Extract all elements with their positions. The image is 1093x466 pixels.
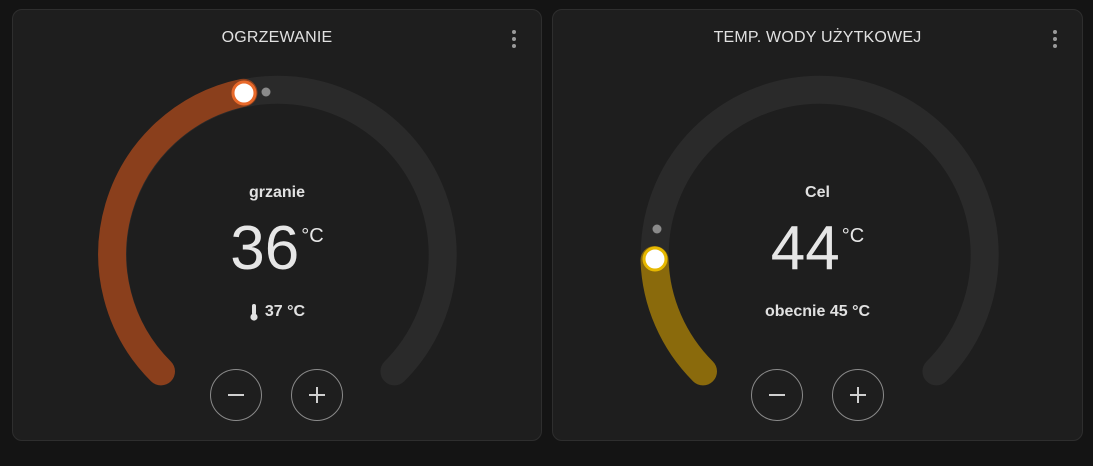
increase-temperature-button[interactable] (832, 369, 884, 421)
decrease-temperature-button[interactable] (751, 369, 803, 421)
target-temperature: 36 °C (13, 218, 541, 280)
target-temperature: 44 °C (553, 218, 1082, 280)
hvac-mode-label: grzanie (248, 184, 305, 201)
decrease-temperature-button[interactable] (210, 369, 262, 421)
dial-handle (231, 80, 257, 106)
target-temperature-unit: °C (301, 225, 324, 247)
minus-icon (228, 394, 244, 396)
target-temperature-value: 44 (770, 214, 840, 283)
current-temp-marker (261, 87, 271, 97)
current-temperature: obecnie 45 °C (553, 303, 1082, 321)
current-temperature-value: 37 °C (264, 303, 306, 320)
target-temperature-value: 36 (230, 214, 300, 283)
target-temperature-unit: °C (841, 225, 865, 247)
current-temperature: 37 °C (13, 303, 541, 321)
current-temperature-value: obecnie 45 °C (764, 303, 871, 320)
plus-icon (850, 387, 866, 403)
target-label: Cel (805, 184, 830, 201)
minus-icon (769, 394, 785, 396)
plus-icon (309, 387, 325, 403)
water-heater-card: TEMP. WODY UŻYTKOWEJ Cel 44 °C obecnie 45… (552, 9, 1083, 441)
thermometer-icon (250, 304, 258, 321)
increase-temperature-button[interactable] (291, 369, 343, 421)
heating-card: OGRZEWANIE grzanie 36 °C 37 °C (12, 9, 542, 441)
